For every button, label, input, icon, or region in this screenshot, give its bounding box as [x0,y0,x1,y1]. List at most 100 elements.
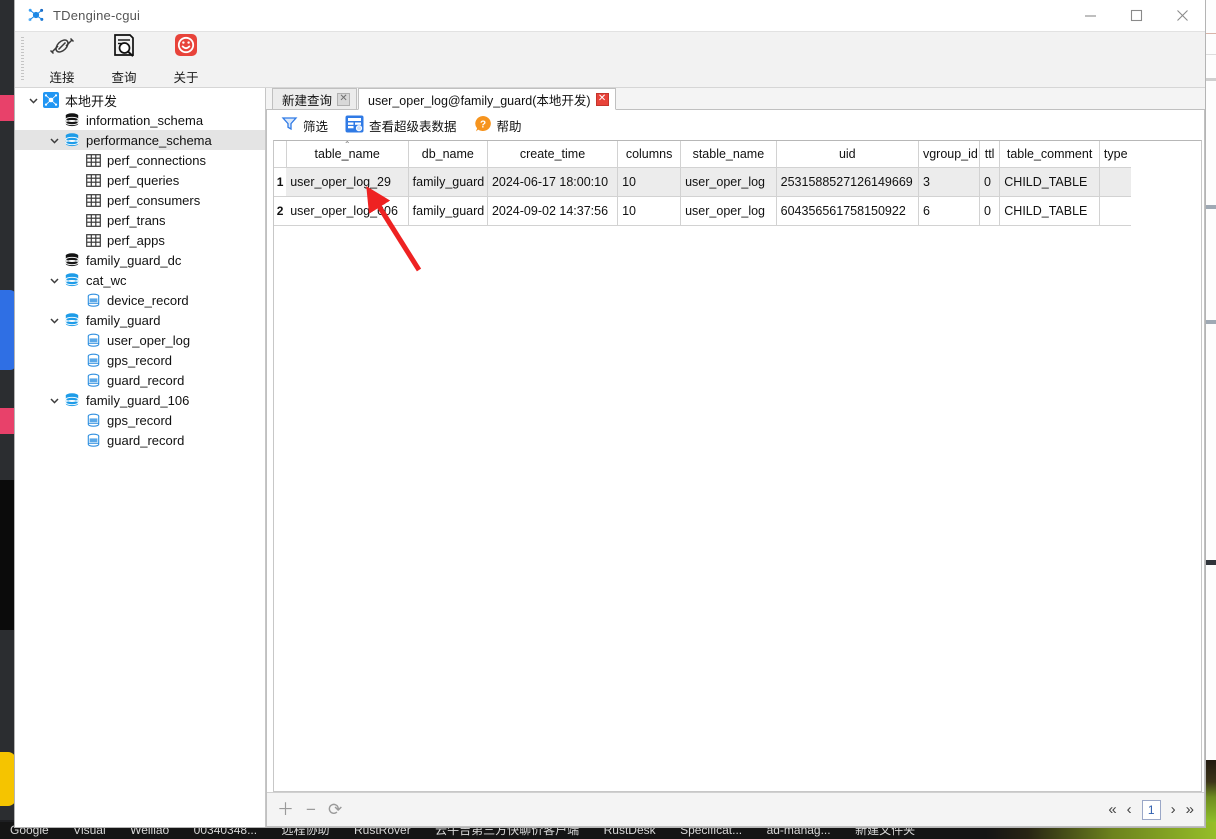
column-header-create_time[interactable]: create_time [487,141,619,168]
tree-item-perf_apps[interactable]: perf_apps [15,230,265,250]
cell-ttl[interactable]: 0 [979,167,1001,197]
tree-item-family_guard[interactable]: family_guard [15,310,265,330]
maximize-button[interactable] [1113,0,1159,31]
plus-icon[interactable]: ＋ [277,801,294,818]
close-icon[interactable]: ✕ [595,92,609,106]
chevron-down-icon[interactable] [25,95,41,106]
row-number: 1 [274,167,287,197]
tree-item-family_guard_106[interactable]: family_guard_106 [15,390,265,410]
tree-item-label: perf_apps [107,232,165,248]
title-bar[interactable]: TDengine-cgui [15,0,1205,31]
chevron-down-icon[interactable] [46,315,62,326]
tree-item-user_oper_log[interactable]: user_oper_log [15,330,265,350]
tree-item-perf_consumers[interactable]: perf_consumers [15,190,265,210]
window-controls [1067,0,1205,31]
filter-button[interactable]: 筛选 [277,113,335,137]
column-header-vgroup_id[interactable]: vgroup_id [918,141,980,168]
tree-item-cat_wc[interactable]: cat_wc [15,270,265,290]
column-header-table_name[interactable]: ⌃ table_name [286,141,409,168]
column-header-db_name[interactable]: db_name [408,141,488,168]
minimize-button[interactable] [1067,0,1113,31]
stable-icon [83,413,103,428]
table-icon [83,173,103,188]
cell-table_comment[interactable]: CHILD_TABLE [999,167,1100,197]
tree-item--[interactable]: 本地开发 [15,90,265,110]
cluster-icon [41,92,61,108]
refresh-icon[interactable]: ⟳ [328,801,342,818]
cell-create_time[interactable]: 2024-06-17 18:00:10 [487,167,619,197]
column-header-stable_name[interactable]: stable_name [680,141,777,168]
cell-create_time[interactable]: 2024-09-02 14:37:56 [487,196,619,226]
tree-item-information_schema[interactable]: information_schema [15,110,265,130]
column-header-ttl[interactable]: ttl [979,141,1001,168]
cell-table_name[interactable]: user_oper_log_29 [286,167,409,197]
column-header-table_comment[interactable]: table_comment [999,141,1100,168]
table-row[interactable]: 2 user_oper_log_606 family_guard 2024-09-02… [274,196,1131,226]
next-page-icon[interactable]: › [1171,801,1176,818]
cell-uid[interactable]: 604356561758150922 [776,196,919,226]
cell-vgroup_id[interactable]: 3 [918,167,980,197]
tree-item-label: perf_trans [107,212,166,228]
cell-vgroup_id[interactable]: 6 [918,196,980,226]
tab-new-query[interactable]: 新建查询 ✕ [272,88,358,110]
cell-columns[interactable]: 10 [617,167,682,197]
main-toolbar: 连接 查询 关于 [15,31,1205,88]
tree-item-label: gps_record [107,412,173,428]
first-page-icon[interactable]: « [1108,801,1116,818]
help-button[interactable]: ? 帮助 [470,113,529,138]
tree-item-gps_record[interactable]: gps_record [15,350,265,370]
close-icon[interactable]: ✕ [337,92,351,106]
cell-db_name[interactable]: family_guard [408,196,488,226]
query-button[interactable]: 查询 [93,33,155,86]
connect-button[interactable]: 连接 [31,33,93,86]
tree-item-perf_trans[interactable]: perf_trans [15,210,265,230]
result-action-bar: 筛选 查看超级表数据 ? 帮助 [267,110,1204,140]
cell-stable_name[interactable]: user_oper_log [680,167,777,197]
cell-columns[interactable]: 10 [617,196,682,226]
minus-icon[interactable]: − [306,801,316,818]
cell-type[interactable] [1099,167,1131,197]
about-button[interactable]: 关于 [155,33,217,86]
chevron-down-icon[interactable] [46,395,62,406]
tree-item-label: family_guard [86,312,161,328]
database-tree-panel[interactable]: 本地开发 information_schema performance_schema… [15,88,266,827]
background-hairline-e [1205,320,1216,324]
tree-item-performance_schema[interactable]: performance_schema [15,130,265,150]
tree-item-gps_record[interactable]: gps_record [15,410,265,430]
tree-item-label: family_guard_106 [86,392,190,408]
result-grid-container[interactable]: ⌃ table_name db_name create_time columns… [273,140,1202,792]
tree-item-guard_record[interactable]: guard_record [15,370,265,390]
stable-icon [83,333,103,348]
tree-item-guard_record[interactable]: guard_record [15,430,265,450]
column-header-uid[interactable]: uid [776,141,919,168]
cell-uid[interactable]: 2531588527126149669 [776,167,919,197]
tab-user-oper-log[interactable]: user_oper_log@family_guard(本地开发) ✕ [358,88,616,110]
tree-item-family_guard_dc[interactable]: family_guard_dc [15,250,265,270]
close-button[interactable] [1159,0,1205,31]
grid-body: 1 user_oper_log_29 family_guard 2024-06-17 … [274,167,1131,226]
chevron-down-icon[interactable] [46,135,62,146]
tree-item-perf_queries[interactable]: perf_queries [15,170,265,190]
tree-item-perf_connections[interactable]: perf_connections [15,150,265,170]
cell-stable_name[interactable]: user_oper_log [680,196,777,226]
tree-item-device_record[interactable]: device_record [15,290,265,310]
cell-table_name[interactable]: user_oper_log_606 [286,196,409,226]
chevron-down-icon[interactable] [46,275,62,286]
table-row[interactable]: 1 user_oper_log_29 family_guard 2024-06-17 … [274,167,1131,197]
cell-ttl[interactable]: 0 [979,196,1001,226]
tree-item-label: family_guard_dc [86,252,182,268]
cell-db_name[interactable]: family_guard [408,167,488,197]
page-number-input[interactable]: 1 [1141,799,1161,820]
cell-table_comment[interactable]: CHILD_TABLE [999,196,1100,226]
previous-page-icon[interactable]: ‹ [1127,801,1132,818]
column-header-type[interactable]: type [1099,141,1131,168]
toolbar-drag-handle[interactable] [19,37,27,82]
tree-item-label: user_oper_log [107,332,191,348]
background-hairline-b [1205,54,1216,55]
tree-item-label: device_record [107,292,189,308]
view-supertable-data-button[interactable]: 查看超级表数据 [341,113,464,138]
column-header-columns[interactable]: columns [617,141,682,168]
cell-type[interactable] [1099,196,1131,226]
tree-item-label: information_schema [86,112,204,128]
last-page-icon[interactable]: » [1186,801,1194,818]
